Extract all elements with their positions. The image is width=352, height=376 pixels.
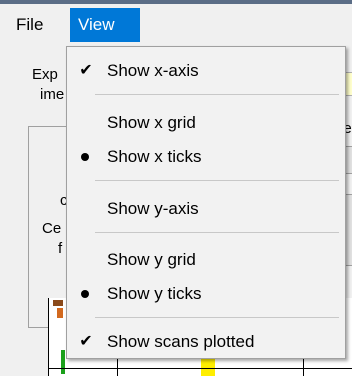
background-label-ce: Ce bbox=[42, 220, 62, 237]
menu-item-show-y-grid[interactable]: Show y grid bbox=[67, 243, 345, 277]
menu-item-label: Show x ticks bbox=[107, 147, 202, 166]
menu-separator bbox=[95, 94, 339, 95]
background-label-ime: ime bbox=[40, 86, 65, 103]
radio-bullet-icon bbox=[81, 290, 89, 298]
menu-separator bbox=[95, 180, 339, 181]
plot-marker-green bbox=[61, 350, 65, 374]
menu-item-show-x-ticks[interactable]: Show x ticks bbox=[67, 140, 345, 174]
menu-item-label: Show y grid bbox=[107, 250, 196, 269]
menu-separator bbox=[95, 317, 339, 318]
menu-item-show-x-grid[interactable]: Show x grid bbox=[67, 106, 345, 140]
plot-horizontal-line bbox=[49, 368, 352, 369]
menu-file[interactable]: File bbox=[8, 8, 51, 42]
checkmark-icon: ✔ bbox=[79, 333, 93, 350]
menu-bar: File View bbox=[0, 4, 352, 46]
plot-marker-brown bbox=[53, 300, 63, 306]
menu-item-show-y-axis[interactable]: Show y-axis bbox=[67, 192, 345, 226]
menu-item-label: Show y-axis bbox=[107, 199, 199, 218]
menu-item-show-scans-plotted[interactable]: ✔ Show scans plotted bbox=[67, 325, 345, 359]
background-label-f: f bbox=[58, 240, 63, 257]
menu-item-label: Show y ticks bbox=[107, 284, 202, 303]
menu-item-label: Show x grid bbox=[107, 113, 196, 132]
menu-separator bbox=[95, 232, 339, 233]
checkmark-icon: ✔ bbox=[79, 62, 93, 79]
menu-item-show-x-axis[interactable]: ✔ Show x-axis bbox=[67, 54, 345, 88]
radio-bullet-icon bbox=[81, 153, 89, 161]
view-menu-dropdown: ✔ Show x-axis Show x grid Show x ticks S… bbox=[66, 46, 346, 359]
plot-marker-orange bbox=[57, 308, 63, 318]
menu-item-show-y-ticks[interactable]: Show y ticks bbox=[67, 277, 345, 311]
menu-item-label: Show scans plotted bbox=[107, 332, 255, 351]
plot-marker-yellow bbox=[201, 358, 215, 376]
menu-item-label: Show x-axis bbox=[107, 61, 199, 80]
menu-view[interactable]: View bbox=[70, 8, 140, 42]
background-label-exp: Exp bbox=[32, 66, 58, 83]
